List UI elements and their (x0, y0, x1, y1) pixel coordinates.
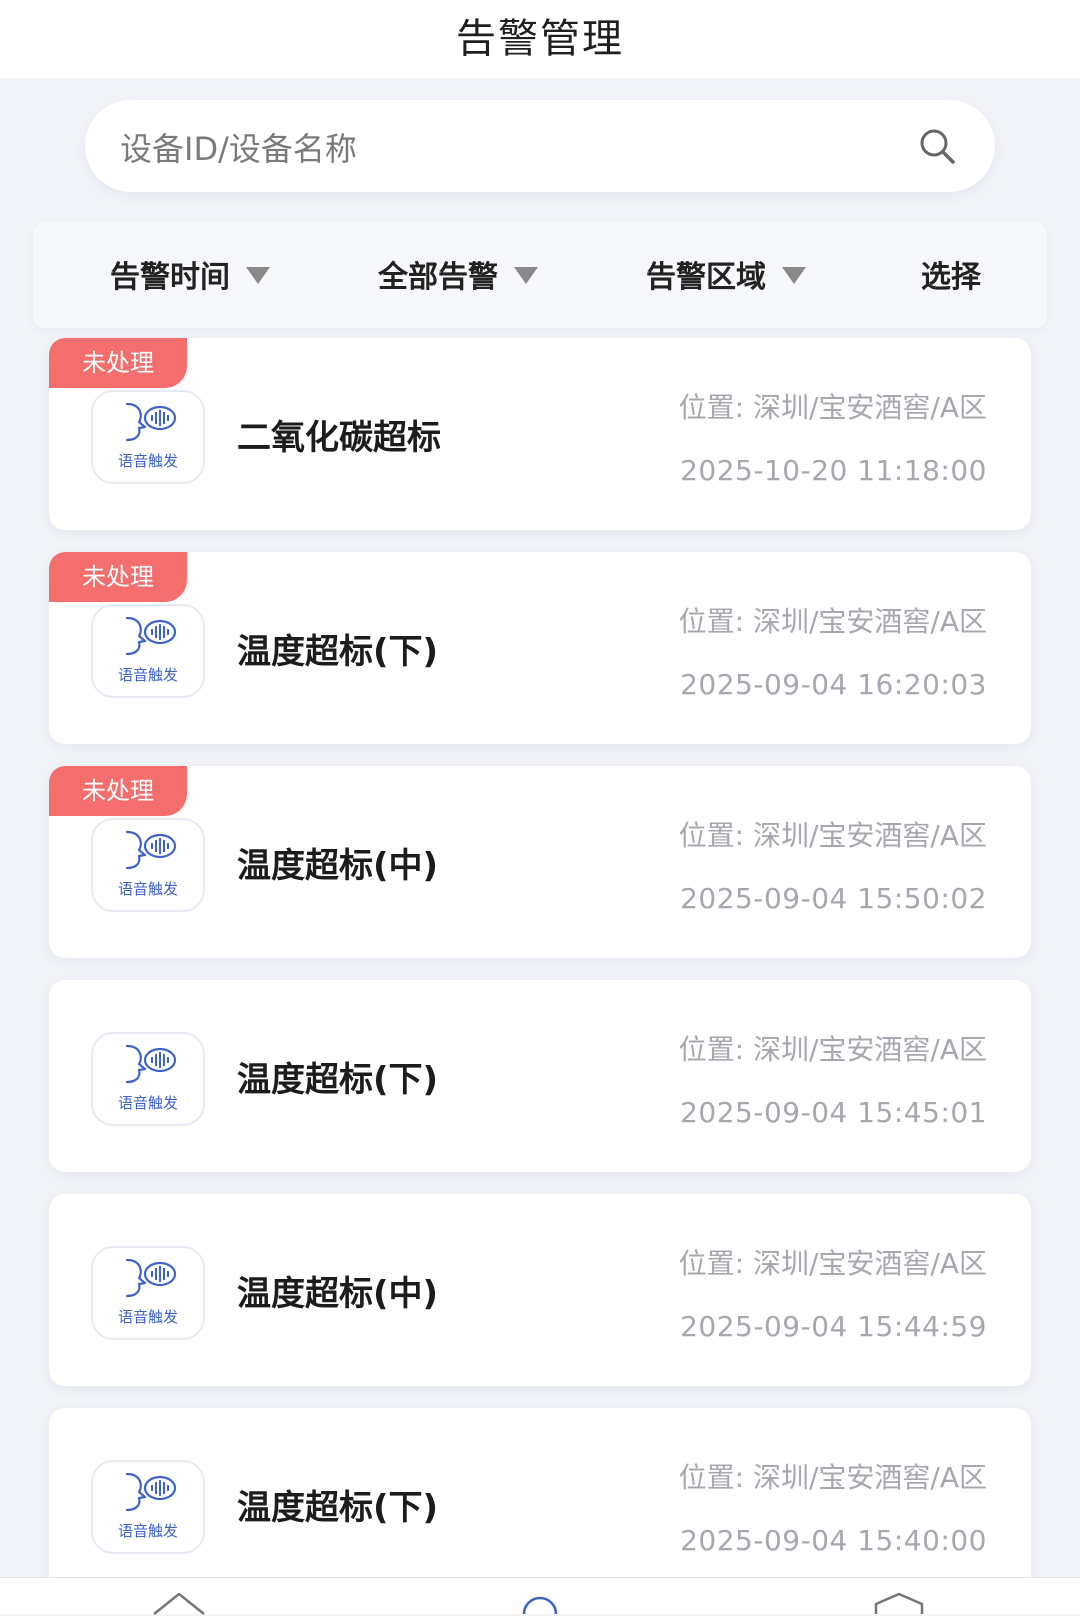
status-badge: 未处理 (49, 552, 187, 602)
voice-trigger-icon: 语音触发 (91, 818, 205, 912)
icon-label: 语音触发 (117, 1522, 178, 1540)
voice-icon (125, 616, 177, 656)
alert-time: 2025-09-04 15:44:59 (680, 1310, 987, 1343)
alert-title: 温度超标(中) (237, 1274, 439, 1314)
alert-location: 位置: 深圳/宝安酒窖/A区 (678, 1033, 987, 1066)
filter-alert-area[interactable]: 告警区域 (646, 252, 806, 296)
home-icon[interactable] (152, 1592, 206, 1616)
voice-icon (125, 830, 177, 870)
filter-bar: 告警时间 全部告警 告警区域 选择 (33, 222, 1047, 328)
icon-label: 语音触发 (117, 1308, 178, 1326)
search-input[interactable]: 设备ID/设备名称 (120, 124, 357, 170)
filter-alert-time[interactable]: 告警时间 (110, 252, 270, 296)
voice-trigger-icon: 语音触发 (91, 1032, 205, 1126)
status-badge: 未处理 (49, 338, 187, 388)
alert-location: 位置: 深圳/宝安酒窖/A区 (678, 605, 987, 638)
voice-trigger-icon: 语音触发 (91, 1246, 205, 1340)
filter-alert-time-label: 告警时间 (110, 260, 230, 295)
search-bar[interactable]: 设备ID/设备名称 (85, 100, 995, 192)
alert-card[interactable]: 语音触发 温度超标(下) 位置: 深圳/宝安酒窖/A区 2025-09-04 1… (49, 1408, 1031, 1600)
select-button[interactable]: 选择 (921, 252, 981, 296)
icon-label: 语音触发 (117, 452, 178, 470)
alert-time: 2025-10-20 11:18:00 (680, 454, 987, 487)
icon-label: 语音触发 (117, 1094, 178, 1112)
alert-time: 2025-09-04 15:50:02 (680, 882, 987, 915)
caret-down-icon (514, 266, 538, 284)
alert-title: 二氧化碳超标 (237, 418, 441, 458)
voice-icon (125, 402, 177, 442)
app-header: 告警管理 (0, 0, 1080, 78)
alert-location: 位置: 深圳/宝安酒窖/A区 (678, 1461, 987, 1494)
alert-card[interactable]: 未处理 语音触发 温度超标(下) 位置: 深圳/宝安酒窖/A区 2025-09-… (49, 552, 1031, 744)
bottom-nav (0, 1577, 1080, 1616)
alert-title: 温度超标(下) (237, 632, 439, 672)
alert-card[interactable]: 未处理 语音触发 温度超标(中) 位置: 深圳/宝安酒窖/A区 2025-09-… (49, 766, 1031, 958)
alert-title: 温度超标(下) (237, 1060, 439, 1100)
voice-trigger-icon: 语音触发 (91, 1460, 205, 1554)
filter-alert-area-label: 告警区域 (646, 260, 766, 295)
alert-time: 2025-09-04 15:40:00 (680, 1524, 987, 1557)
icon-label: 语音触发 (117, 880, 178, 898)
caret-down-icon (246, 266, 270, 284)
icon-label: 语音触发 (117, 666, 178, 684)
voice-trigger-icon: 语音触发 (91, 390, 205, 484)
status-badge: 未处理 (49, 766, 187, 816)
user-icon[interactable] (520, 1592, 560, 1616)
voice-trigger-icon: 语音触发 (91, 604, 205, 698)
voice-icon (125, 1472, 177, 1512)
alert-location: 位置: 深圳/宝安酒窖/A区 (678, 1247, 987, 1280)
caret-down-icon (782, 266, 806, 284)
search-icon[interactable] (917, 126, 957, 166)
alert-time: 2025-09-04 15:45:01 (680, 1096, 987, 1129)
alert-location: 位置: 深圳/宝安酒窖/A区 (678, 391, 987, 424)
alert-card[interactable]: 未处理 语音触发 二氧化碳超标 位置: 深圳/宝安酒窖/A区 2025-10-2… (49, 338, 1031, 530)
alert-title: 温度超标(下) (237, 1488, 439, 1528)
alert-location: 位置: 深圳/宝安酒窖/A区 (678, 819, 987, 852)
alert-time: 2025-09-04 16:20:03 (680, 668, 987, 701)
alert-title: 温度超标(中) (237, 846, 439, 886)
settings-icon[interactable] (872, 1592, 926, 1616)
voice-icon (125, 1258, 177, 1298)
page-title: 告警管理 (456, 16, 624, 62)
filter-all-alerts-label: 全部告警 (378, 260, 498, 295)
select-button-label: 选择 (921, 260, 981, 295)
voice-icon (125, 1044, 177, 1084)
alert-card[interactable]: 语音触发 温度超标(下) 位置: 深圳/宝安酒窖/A区 2025-09-04 1… (49, 980, 1031, 1172)
filter-all-alerts[interactable]: 全部告警 (378, 252, 538, 296)
alert-card[interactable]: 语音触发 温度超标(中) 位置: 深圳/宝安酒窖/A区 2025-09-04 1… (49, 1194, 1031, 1386)
